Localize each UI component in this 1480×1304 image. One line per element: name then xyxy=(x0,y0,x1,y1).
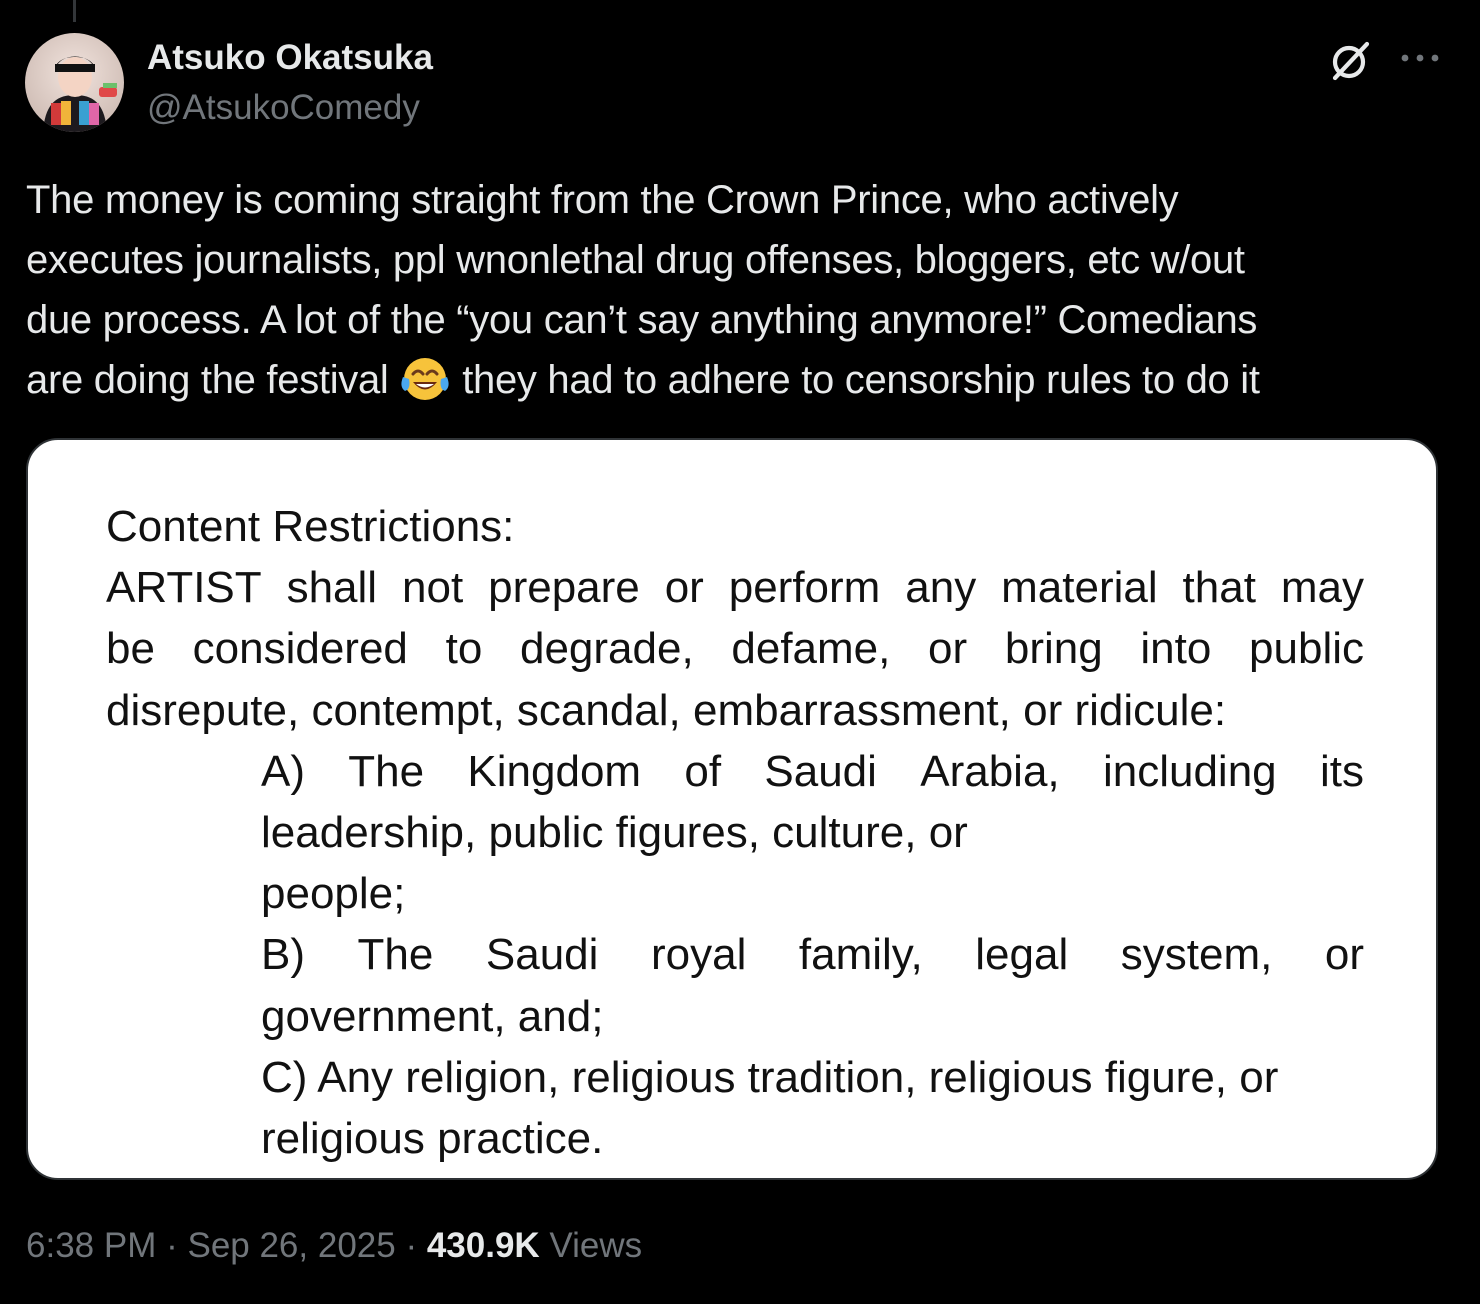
separator-dot: · xyxy=(395,1226,427,1265)
avatar-image xyxy=(25,33,124,132)
word: system, xyxy=(1120,930,1273,980)
word: into xyxy=(1140,624,1212,674)
tweet-date[interactable]: Sep 26, 2025 xyxy=(187,1226,395,1265)
grok-slash-circle-icon[interactable] xyxy=(1327,36,1375,84)
word: A) xyxy=(261,746,305,796)
more-ellipsis-icon[interactable] xyxy=(1395,41,1445,75)
word: considered xyxy=(192,624,408,674)
word: or xyxy=(1324,930,1364,980)
word: ARTIST xyxy=(106,563,262,613)
document-text: Content Restrictions: ARTIST shall not p… xyxy=(106,496,1364,1169)
word: its xyxy=(1319,746,1364,796)
word: prepare xyxy=(488,563,640,613)
word: royal xyxy=(650,930,747,980)
document-line: C) Any religion, religious tradition, re… xyxy=(261,1052,1279,1102)
word: be xyxy=(106,624,155,674)
views-count[interactable]: 430.9K xyxy=(427,1226,540,1265)
word: legal xyxy=(975,930,1069,980)
tweet-text-line: The money is coming straight from the Cr… xyxy=(26,178,1179,222)
document-line-justified: be considered to degrade, defame, or bri… xyxy=(106,618,1364,679)
word: family, xyxy=(798,930,923,980)
word: Saudi xyxy=(485,930,599,980)
author-name[interactable]: Atsuko Okatsuka xyxy=(147,38,433,78)
word: or xyxy=(928,624,968,674)
separator-dot: · xyxy=(156,1226,188,1265)
word: The xyxy=(357,930,434,980)
word: of xyxy=(684,746,722,796)
tweet-metadata: 6:38 PM · Sep 26, 2025 · 430.9K Views xyxy=(26,1226,642,1266)
tweet-text-line: executes journalists, ppl wnonlethal dru… xyxy=(26,238,1245,282)
word: defame, xyxy=(731,624,891,674)
attached-image[interactable]: Content Restrictions: ARTIST shall not p… xyxy=(26,438,1438,1180)
word: perform xyxy=(728,563,881,613)
word: or xyxy=(664,563,704,613)
tweet-text-segment: are doing the festival xyxy=(26,358,389,402)
document-heading: Content Restrictions: xyxy=(106,502,515,551)
word: not xyxy=(402,563,464,613)
document-line: people; xyxy=(261,869,406,919)
document-line: religious practice. xyxy=(261,1114,604,1164)
word: any xyxy=(905,563,977,613)
tears-of-joy-emoji-icon: 😂 xyxy=(399,355,451,403)
tweet-text: The money is coming straight from the Cr… xyxy=(26,170,1446,410)
views-label: Views xyxy=(539,1226,643,1265)
word: bring xyxy=(1004,624,1103,674)
word: that xyxy=(1182,563,1256,613)
tweet-time[interactable]: 6:38 PM xyxy=(26,1226,156,1265)
word: may xyxy=(1280,563,1364,613)
document-line-justified: A) The Kingdom of Saudi Arabia, includin… xyxy=(106,741,1364,802)
word: Arabia, xyxy=(920,746,1060,796)
document-line-justified: B) The Saudi royal family, legal system,… xyxy=(106,924,1364,985)
document-line: leadership, public figures, culture, or xyxy=(261,808,968,858)
tweet-text-line-with-emoji: are doing the festival 😂 they had to adh… xyxy=(26,350,1446,410)
document-line: disrepute, contempt, scandal, embarrassm… xyxy=(106,685,1227,735)
word: degrade, xyxy=(519,624,694,674)
word: Saudi xyxy=(764,746,877,796)
word: The xyxy=(348,746,425,796)
word: public xyxy=(1249,624,1364,674)
word: shall xyxy=(286,563,378,613)
document-line: government, and; xyxy=(261,991,604,1041)
author-handle[interactable]: @AtsukoComedy xyxy=(147,88,420,128)
word: material xyxy=(1001,563,1158,613)
word: to xyxy=(445,624,483,674)
avatar[interactable] xyxy=(25,33,124,132)
tweet-text-line: due process. A lot of the “you can’t say… xyxy=(26,298,1258,342)
document-line-justified: ARTIST shall not prepare or perform any … xyxy=(106,557,1364,618)
word: B) xyxy=(261,930,305,980)
word: including xyxy=(1102,746,1277,796)
thread-connector-line xyxy=(73,0,76,22)
tweet-text-segment: they had to adhere to censorship rules t… xyxy=(462,358,1260,402)
word: Kingdom xyxy=(467,746,642,796)
